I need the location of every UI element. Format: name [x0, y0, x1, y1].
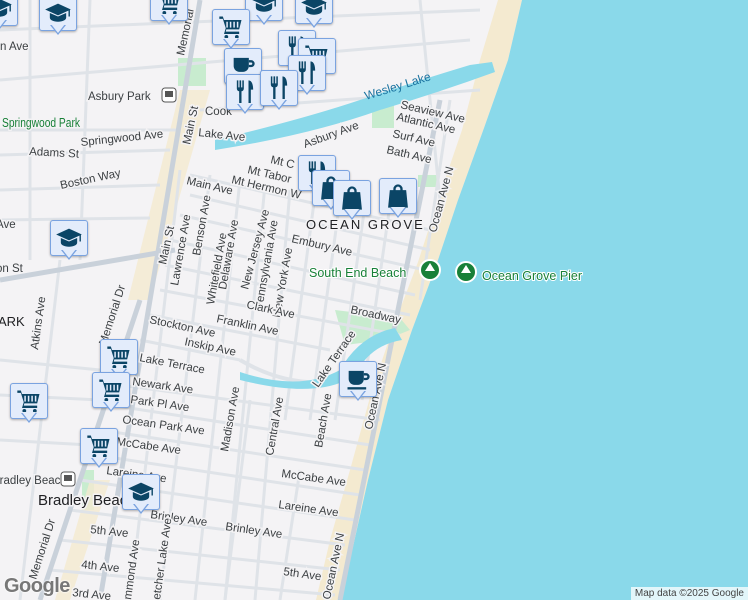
poi-label-ocean-grove-pier: Ocean Grove Pier: [482, 269, 582, 283]
fork-knife-icon: [265, 74, 293, 102]
street-label: n Ave: [0, 41, 29, 53]
school-icon: [44, 0, 72, 27]
station-label-asbury-park: Asbury Park: [88, 91, 151, 103]
train-station-icon: [60, 471, 76, 487]
shopping-marker[interactable]: [333, 180, 371, 226]
google-logo: Google: [4, 575, 70, 597]
school-marker[interactable]: [295, 0, 333, 34]
map-canvas[interactable]: Wesley Lake OCEAN GROVE Bradley Beach AR…: [0, 0, 748, 600]
tree-icon[interactable]: [455, 261, 477, 283]
school-marker[interactable]: [39, 0, 77, 41]
restaurant-marker[interactable]: [260, 70, 298, 116]
shopping-cart-icon: [15, 387, 43, 415]
school-icon: [55, 224, 83, 252]
fork-knife-icon: [231, 78, 259, 106]
shopping-bag-icon: [338, 184, 366, 212]
grocery-marker[interactable]: [150, 0, 188, 31]
street-label: 3rd Ave: [72, 587, 112, 600]
grocery-marker[interactable]: [80, 428, 118, 474]
street-label: Lake Ave: [198, 127, 246, 144]
street-label: Lake Terrace: [138, 352, 205, 376]
shopping-bag-icon: [384, 182, 412, 210]
station-label-bradley-beach: Bradley Beach: [0, 475, 67, 487]
park-label-springwood: Springwood Park: [2, 116, 81, 130]
street-label: Memorial Dr: [97, 284, 128, 347]
town-label-partial: ARK: [0, 314, 25, 329]
shopping-marker[interactable]: [379, 178, 417, 224]
street-label: Adams St: [29, 146, 80, 161]
street-label: Atkins Ave: [29, 296, 48, 351]
tree-icon[interactable]: [419, 259, 441, 281]
shopping-cart-icon: [85, 432, 113, 460]
street-label: Benson Ave: [191, 194, 213, 256]
grocery-marker[interactable]: [92, 372, 130, 418]
coffee-cup-icon: [344, 365, 372, 393]
street-label: Stockton Ave: [148, 314, 216, 340]
school-marker[interactable]: [50, 220, 88, 266]
map-attribution[interactable]: Map data ©2025 Google: [630, 587, 748, 600]
grocery-marker[interactable]: [10, 383, 48, 429]
shopping-cart-icon: [217, 13, 245, 41]
shopping-cart-icon: [105, 343, 133, 371]
street-label: etcher Lake Ave: [151, 517, 174, 600]
poi-label-south-end-beach: South End Beach: [309, 266, 406, 280]
school-marker[interactable]: [245, 0, 283, 31]
shopping-cart-icon: [97, 376, 125, 404]
train-station-icon: [161, 87, 177, 103]
school-icon: [127, 478, 155, 506]
cafe-marker[interactable]: [339, 361, 377, 407]
town-label-bradley-beach: Bradley Beach: [38, 492, 136, 509]
street-label: on St: [0, 263, 24, 275]
restaurant-marker[interactable]: [226, 74, 264, 120]
school-marker[interactable]: [122, 474, 160, 520]
street-label: 5th Ave: [90, 524, 129, 540]
street-label: Mt C: [269, 154, 295, 171]
street-label: Embury Ave: [290, 233, 353, 259]
street-label: Ave: [0, 219, 16, 231]
school-marker[interactable]: [0, 0, 18, 36]
street-label: Lareine Ave: [278, 499, 340, 519]
